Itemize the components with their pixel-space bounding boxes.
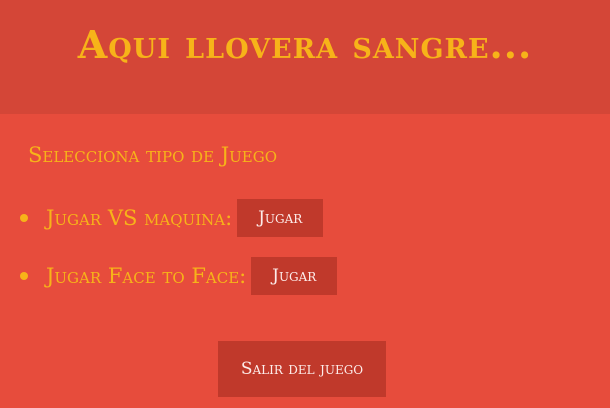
bullet-icon [20, 214, 28, 222]
header-bar: Aqui llovera sangre... [0, 0, 610, 114]
game-type-heading: Selecciona tipo de Juego [28, 143, 277, 167]
bullet-icon [20, 272, 28, 280]
list-item-face-to-face: Jugar Face to Face: Jugar [20, 257, 338, 295]
play-face-to-face-button[interactable]: Jugar [251, 257, 338, 295]
face-to-face-label: Jugar Face to Face: [46, 264, 247, 288]
exit-game-button[interactable]: Salir del juego [218, 341, 386, 397]
vs-machine-label: Jugar VS maquina: [46, 206, 233, 230]
page-title: Aqui llovera sangre... [77, 22, 533, 67]
list-item-vs-machine: Jugar VS maquina: Jugar [20, 199, 324, 237]
play-vs-machine-button[interactable]: Jugar [237, 199, 324, 237]
